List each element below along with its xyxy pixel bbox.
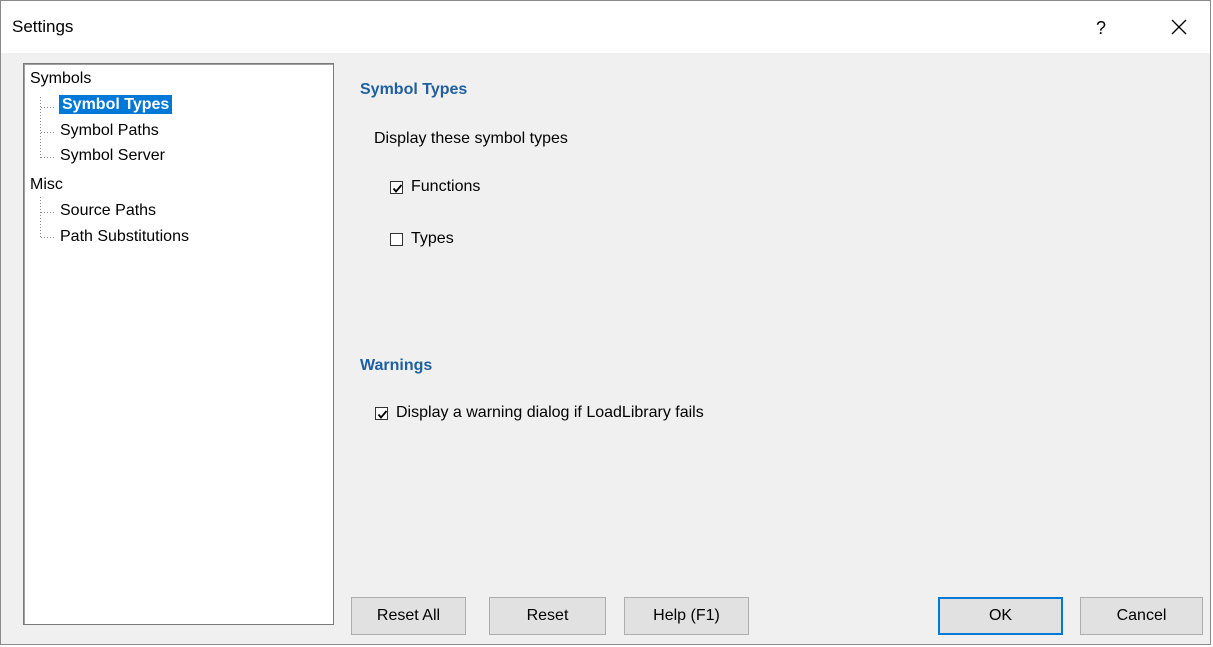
- checkmark-icon: [377, 409, 388, 419]
- tree-node-path-substitutions[interactable]: Path Substitutions: [59, 226, 190, 248]
- help-button[interactable]: Help (F1): [624, 597, 749, 635]
- symbol-types-heading: Symbol Types: [360, 81, 468, 98]
- cancel-button[interactable]: Cancel: [1080, 597, 1203, 635]
- settings-tree[interactable]: Symbols Symbol Types Symbol Paths Symbol…: [23, 63, 334, 625]
- loadlibrary-warning-label: Display a warning dialog if LoadLibrary …: [396, 404, 704, 421]
- window-title: Settings: [12, 17, 74, 36]
- help-icon: ?: [1095, 18, 1106, 38]
- tree-node-symbol-types[interactable]: Symbol Types: [59, 94, 173, 116]
- loadlibrary-warning-checkbox[interactable]: [375, 406, 388, 420]
- warnings-heading: Warnings: [360, 357, 433, 374]
- types-checkbox-row[interactable]: Types: [390, 230, 454, 248]
- settings-dialog: Settings ? Symbols Symbol Types Symbol P…: [0, 0, 1211, 645]
- reset-button[interactable]: Reset: [489, 597, 606, 635]
- tree-node-symbols[interactable]: Symbols: [29, 68, 92, 90]
- tree-node-symbol-paths[interactable]: Symbol Paths: [59, 120, 160, 142]
- help-title-button[interactable]: ?: [1083, 11, 1119, 45]
- symbol-types-prompt: Display these symbol types: [374, 130, 568, 147]
- reset-all-button[interactable]: Reset All: [351, 597, 466, 635]
- functions-checkbox[interactable]: [390, 180, 403, 194]
- tree-node-misc[interactable]: Misc: [29, 174, 64, 196]
- checkmark-icon: [392, 183, 403, 193]
- tree-node-source-paths[interactable]: Source Paths: [59, 200, 157, 222]
- close-icon: [1171, 19, 1187, 35]
- types-checkbox[interactable]: [390, 232, 403, 246]
- ok-button[interactable]: OK: [938, 597, 1063, 635]
- close-button[interactable]: [1161, 11, 1197, 45]
- functions-checkbox-row[interactable]: Functions: [390, 178, 480, 196]
- title-bar: Settings ?: [1, 1, 1210, 53]
- types-label: Types: [411, 230, 454, 247]
- tree-node-symbol-server[interactable]: Symbol Server: [59, 145, 166, 167]
- loadlibrary-warning-row[interactable]: Display a warning dialog if LoadLibrary …: [375, 404, 704, 422]
- functions-label: Functions: [411, 178, 481, 195]
